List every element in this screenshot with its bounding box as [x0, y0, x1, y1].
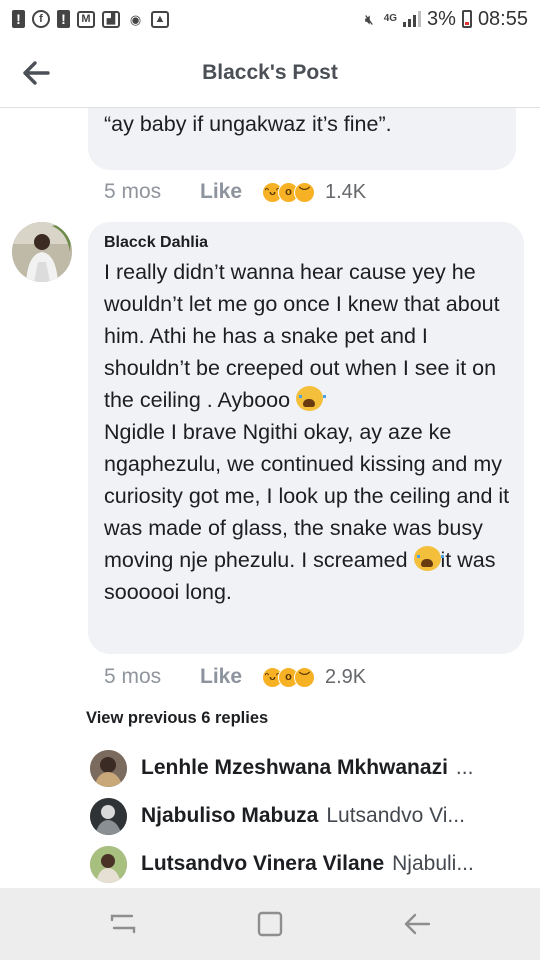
comment-time: 5 mos	[104, 665, 162, 688]
clock: 08:55	[477, 7, 528, 30]
avatar[interactable]	[90, 797, 127, 835]
sad-reaction-icon: ︶	[294, 181, 315, 203]
battery-percent: 3%	[427, 7, 456, 30]
reply-author[interactable]: Lenhle Mzeshwana Mkhwanazi	[141, 756, 448, 779]
avatar[interactable]	[90, 845, 127, 883]
mail-icon: M	[77, 10, 95, 28]
system-navigation-bar	[0, 888, 540, 960]
header: Blacck's Post	[0, 38, 540, 108]
comment-meta: 5 mos Like ᵔᴗᵔ o ︶ 2.9K	[104, 665, 366, 689]
avatar[interactable]	[90, 749, 127, 787]
battery-icon	[461, 10, 472, 28]
image-icon: ▟	[102, 10, 120, 28]
notification-icons: ! f ! M ▟ ◉ ▲	[12, 10, 169, 28]
system-icons: 🔇︎ 4G 3% 08:55	[361, 8, 528, 31]
reply-item[interactable]: Lenhle Mzeshwana Mkhwanazi...	[90, 748, 510, 788]
reaction-icons[interactable]: ᵔᴗᵔ o ︶	[262, 181, 315, 203]
page-title: Blacck's Post	[202, 61, 338, 84]
recent-apps-icon	[111, 914, 136, 934]
reply-snippet: Lutsandvo Vi...	[326, 804, 465, 827]
view-previous-replies-link[interactable]: View previous 6 replies	[86, 709, 268, 728]
back-icon	[404, 913, 430, 935]
network-type: 4G	[383, 13, 398, 24]
profile-photo	[90, 797, 127, 835]
crying-emoji-icon	[296, 386, 327, 411]
comment-author[interactable]: Blacck Dahlia	[104, 234, 510, 252]
eye-icon: ◉	[129, 11, 142, 27]
reply-text: Njabuliso Mabuza Lutsandvo Vi...	[141, 804, 465, 828]
sad-reaction-icon: ︶	[294, 666, 315, 688]
signal-icon	[403, 11, 422, 27]
comment-bubble[interactable]: down,I was scared as hell. He then said …	[88, 108, 516, 170]
reply-snippet: Njabuli...	[392, 852, 474, 875]
mute-icon: 🔇︎	[365, 11, 374, 27]
reply-author[interactable]: Njabuliso Mabuza	[141, 804, 318, 827]
comment-text: down,I was scared as hell. He then said …	[104, 112, 392, 136]
facebook-icon: f	[32, 10, 50, 28]
reply-snippet: ...	[455, 756, 474, 779]
comment-meta: 5 mos Like ᵔᴗᵔ o ︶ 1.4K	[104, 180, 366, 204]
reply-author[interactable]: Lutsandvo Vinera Vilane	[141, 852, 384, 875]
home-button[interactable]	[250, 904, 290, 944]
crying-emoji-icon	[413, 546, 444, 571]
recent-apps-button[interactable]	[103, 904, 143, 944]
avatar[interactable]	[12, 222, 72, 282]
comment-text: I really didn’t wanna hear cause yey he …	[104, 256, 510, 608]
profile-photo	[90, 749, 127, 787]
profile-photo	[12, 222, 72, 282]
like-button[interactable]: Like	[200, 665, 262, 689]
reaction-count[interactable]: 2.9K	[325, 666, 366, 689]
back-button[interactable]	[397, 904, 437, 944]
comment-bubble[interactable]: Blacck Dahlia I really didn’t wanna hear…	[88, 222, 524, 654]
like-button[interactable]: Like	[200, 180, 262, 204]
status-bar: ! f ! M ▟ ◉ ▲ 🔇︎ 4G 3% 08:55	[0, 0, 540, 38]
reply-text: Lenhle Mzeshwana Mkhwanazi...	[141, 756, 473, 780]
profile-photo	[90, 845, 127, 883]
comments-feed[interactable]: down,I was scared as hell. He then said …	[0, 108, 540, 888]
comment-time: 5 mos	[104, 180, 162, 203]
reply-item[interactable]: Lutsandvo Vinera Vilane Njabuli...	[90, 844, 510, 884]
reaction-icons[interactable]: ᵔᴗᵔ o ︶	[262, 666, 315, 688]
home-icon	[257, 911, 283, 937]
reply-item[interactable]: Njabuliso Mabuza Lutsandvo Vi...	[90, 796, 510, 836]
gallery-icon: ▲	[151, 10, 169, 28]
alert-icon: !	[57, 10, 70, 28]
alert-icon: !	[12, 10, 25, 28]
reply-text: Lutsandvo Vinera Vilane Njabuli...	[141, 852, 474, 876]
reaction-count[interactable]: 1.4K	[325, 181, 366, 204]
